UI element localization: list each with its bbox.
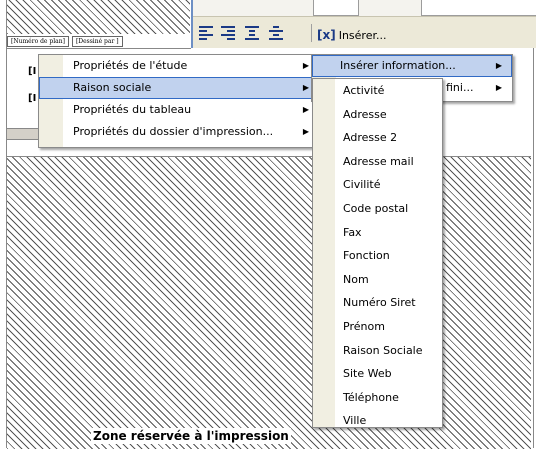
submenu-item-activite[interactable]: Activité	[313, 79, 442, 103]
insert-button[interactable]: [x] Insérer...	[317, 28, 386, 42]
submenu-item-adresse-mail[interactable]: Adresse mail	[313, 150, 442, 174]
submenu-item-adresse[interactable]: Adresse	[313, 103, 442, 127]
toolbar: [x] Insérer...	[191, 0, 536, 48]
field-code[interactable]: [I	[28, 93, 36, 104]
toolbar-top-strip	[193, 0, 536, 17]
print-zone-label: Zone réservée à l'impression	[91, 428, 291, 444]
submenu-item-ville[interactable]: Ville	[313, 409, 442, 433]
align-top-icon[interactable]	[245, 24, 261, 40]
toolbar-field-box[interactable]	[313, 0, 359, 16]
align-right-icon[interactable]	[221, 24, 237, 40]
submenu-arrow-icon: ▶	[302, 61, 309, 70]
menu-item-company-name[interactable]: Raison sociale ▶	[39, 77, 319, 99]
toolbar-separator	[311, 24, 312, 42]
company-fields-submenu: Activité Adresse Adresse 2 Adresse mail …	[312, 78, 443, 428]
submenu-item-adresse-2[interactable]: Adresse 2	[313, 126, 442, 150]
toolbar-field-box[interactable]	[421, 0, 536, 16]
align-bottom-icon[interactable]	[269, 24, 285, 40]
submenu-arrow-icon: ▶	[495, 61, 502, 70]
hatched-print-area	[7, 156, 531, 449]
context-menu: Propriétés de l'étude ▶ Raison sociale ▶ P…	[38, 54, 320, 148]
submenu-item-site-web[interactable]: Site Web	[313, 362, 442, 386]
submenu-item-nom[interactable]: Nom	[313, 268, 442, 292]
submenu-arrow-icon: ▶	[302, 127, 309, 136]
submenu-item-prenom[interactable]: Prénom	[313, 315, 442, 339]
header-tab-row: [Numéro de plan] [Dessiné par ]	[7, 34, 191, 49]
insert-button-label: Insérer...	[338, 28, 387, 42]
submenu-arrow-icon: ▶	[495, 83, 502, 92]
submenu-arrow-icon: ▶	[302, 105, 309, 114]
align-left-icon[interactable]	[199, 24, 215, 40]
submenu-item-fonction[interactable]: Fonction	[313, 244, 442, 268]
tab-drawn-by[interactable]: [Dessiné par ]	[71, 35, 123, 47]
submenu-item-fax[interactable]: Fax	[313, 221, 442, 245]
submenu-arrow-icon: ▶	[302, 83, 309, 92]
menu-item-table-properties[interactable]: Propriétés du tableau ▶	[39, 99, 319, 121]
submenu-item-civilite[interactable]: Civilité	[313, 173, 442, 197]
tab-plan-number[interactable]: [Numéro de plan]	[7, 35, 69, 47]
submenu-item-numero-siret[interactable]: Numéro Siret	[313, 291, 442, 315]
menu-item-insert-information[interactable]: Insérer information... ▶	[312, 55, 512, 77]
hatched-margin-top	[7, 0, 190, 34]
insert-field-icon: [x]	[317, 28, 336, 42]
submenu-item-telephone[interactable]: Téléphone	[313, 386, 442, 410]
menu-item-print-folder-properties[interactable]: Propriétés du dossier d'impression... ▶	[39, 121, 319, 143]
menu-item-study-properties[interactable]: Propriétés de l'étude ▶	[39, 55, 319, 77]
submenu-item-code-postal[interactable]: Code postal	[313, 197, 442, 221]
submenu-item-raison-sociale[interactable]: Raison Sociale	[313, 339, 442, 363]
field-code[interactable]: [I	[28, 66, 36, 77]
